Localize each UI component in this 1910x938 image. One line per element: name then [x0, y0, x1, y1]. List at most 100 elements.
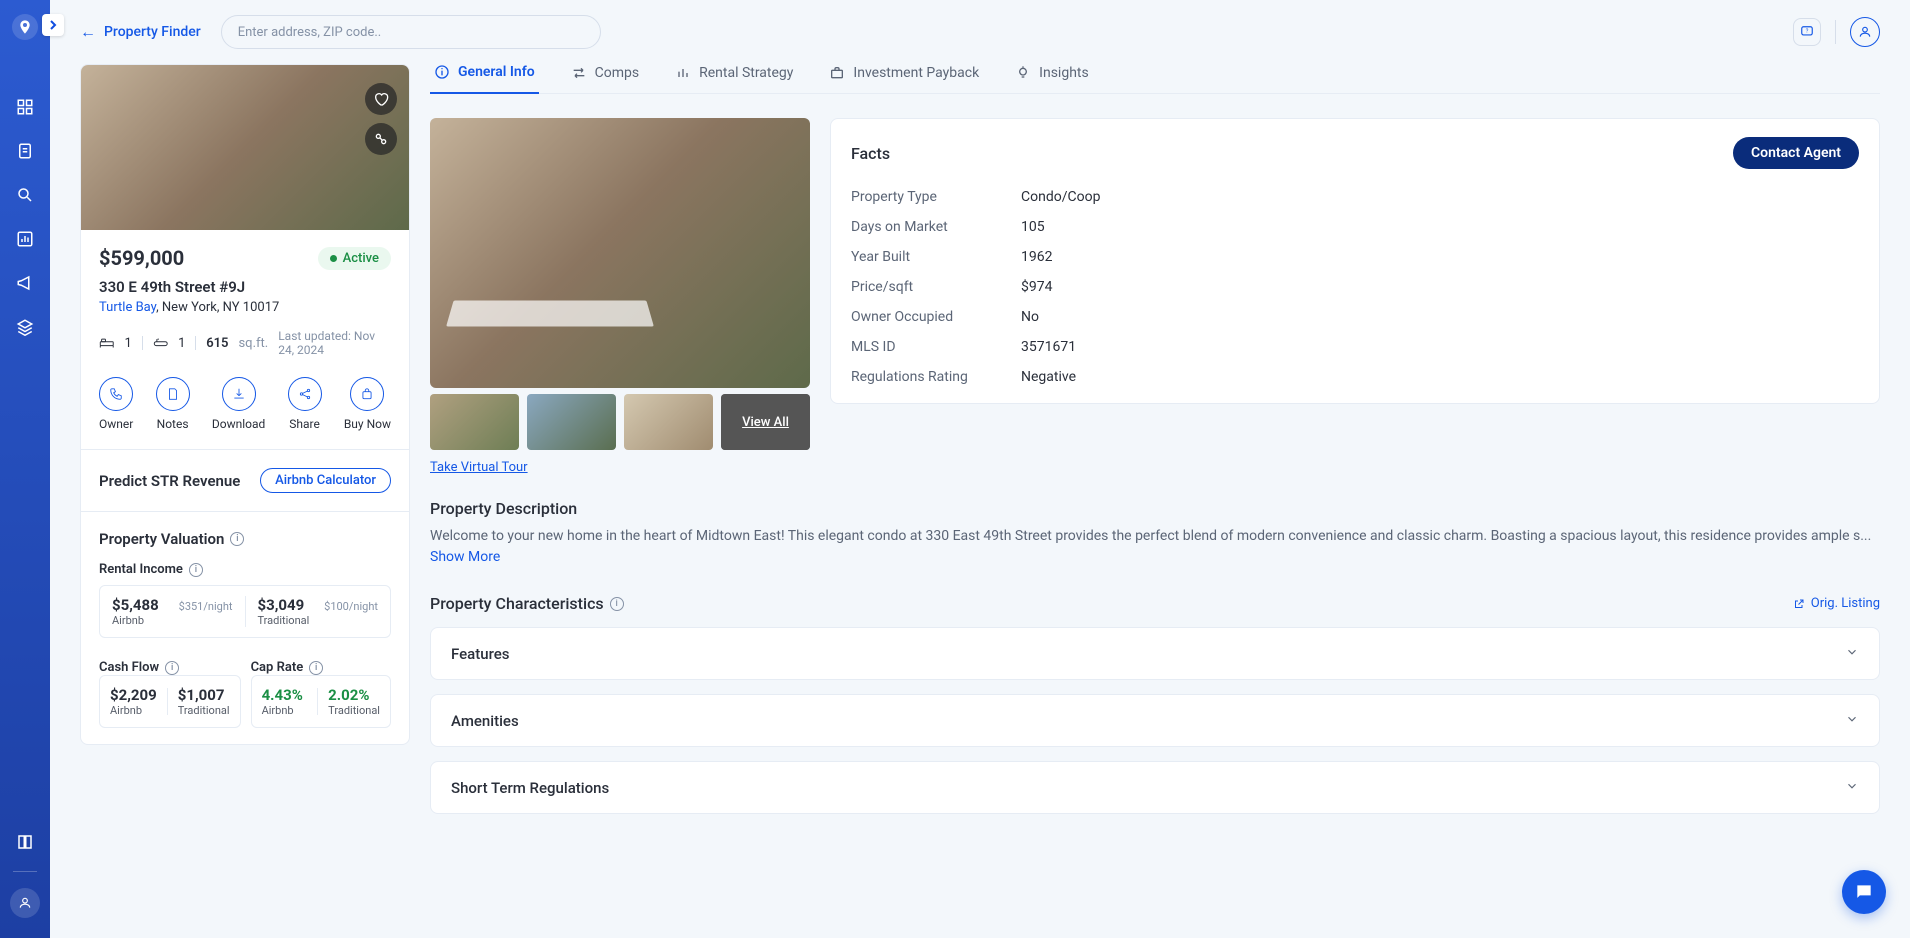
arrow-left-icon: ←: [80, 22, 96, 42]
fact-key: Regulations Rating: [851, 369, 1021, 385]
layers-icon[interactable]: [14, 316, 36, 338]
info-icon: [434, 64, 450, 80]
fact-key: MLS ID: [851, 339, 1021, 355]
user-avatar[interactable]: [1850, 17, 1880, 47]
fact-key: Days on Market: [851, 219, 1021, 235]
tab-rental-strategy[interactable]: Rental Strategy: [671, 64, 797, 93]
airbnb-label: Airbnb: [112, 614, 233, 627]
back-label: Property Finder: [104, 24, 201, 40]
topbar: ← Property Finder Enter address, ZIP cod…: [50, 0, 1910, 64]
fact-value: 1962: [1021, 249, 1859, 265]
favorite-button[interactable]: [365, 83, 397, 115]
profile-icon[interactable]: [10, 888, 40, 918]
gallery-thumb[interactable]: [624, 394, 713, 450]
characteristics-title: Property Characteristics i: [430, 594, 624, 613]
str-accordion[interactable]: Short Term Regulations: [430, 761, 1880, 814]
bulb-icon: [1015, 65, 1031, 81]
fact-key: Property Type: [851, 189, 1021, 205]
price: $599,000: [99, 246, 184, 270]
neighborhood-link[interactable]: Turtle Bay: [99, 300, 156, 315]
compare-button[interactable]: [365, 123, 397, 155]
address: 330 E 49th Street #9J: [99, 278, 391, 296]
sqft-value: 615: [206, 336, 228, 351]
cash-flow-label: Cash Flowi: [99, 660, 241, 675]
info-icon[interactable]: i: [309, 661, 323, 675]
phone-icon: [99, 377, 133, 411]
tab-comps[interactable]: Comps: [567, 64, 643, 93]
download-action[interactable]: Download: [212, 377, 265, 431]
tabs: General Info Comps Rental Strategy Inves…: [430, 64, 1880, 94]
bed-icon: [99, 336, 115, 350]
show-more-link[interactable]: Show More: [430, 549, 500, 565]
info-icon[interactable]: i: [189, 563, 203, 577]
notes-action[interactable]: Notes: [156, 377, 190, 431]
tab-investment-payback[interactable]: Investment Payback: [825, 64, 983, 93]
virtual-tour-link[interactable]: Take Virtual Tour: [430, 460, 810, 475]
document-icon[interactable]: [14, 140, 36, 162]
buy-now-action[interactable]: Buy Now: [344, 377, 391, 431]
help-button[interactable]: ?: [1793, 18, 1821, 46]
search-input[interactable]: Enter address, ZIP code..: [221, 15, 601, 49]
info-icon[interactable]: i: [230, 532, 244, 546]
divider: [13, 871, 37, 872]
tab-insights[interactable]: Insights: [1011, 64, 1093, 93]
tab-general-info[interactable]: General Info: [430, 64, 539, 94]
airbnb-calculator-button[interactable]: Airbnb Calculator: [260, 468, 391, 493]
airbnb-income: $5,488: [112, 596, 159, 614]
svg-text:?: ?: [1806, 29, 1809, 35]
chevron-down-icon: [1845, 778, 1859, 797]
status-dot-icon: [330, 255, 337, 262]
fact-value: $974: [1021, 279, 1859, 295]
beds-value: 1: [125, 336, 132, 351]
last-updated: Last updated: Nov 24, 2024: [278, 329, 391, 357]
bath-icon: [153, 336, 169, 350]
gallery-thumb[interactable]: [430, 394, 519, 450]
airbnb-night: $351/night: [179, 600, 233, 613]
divider: [1835, 20, 1836, 44]
analytics-icon[interactable]: [14, 228, 36, 250]
briefcase-icon: [829, 65, 845, 81]
gallery-thumb[interactable]: [527, 394, 616, 450]
trad-label: Traditional: [258, 614, 379, 627]
facts-title: Facts: [851, 144, 890, 163]
description-text: Welcome to your new home in the heart of…: [430, 526, 1880, 568]
property-hero-image: [81, 65, 409, 230]
features-accordion[interactable]: Features: [430, 627, 1880, 680]
trad-night: $100/night: [324, 600, 378, 613]
share-icon: [288, 377, 322, 411]
contact-agent-button[interactable]: Contact Agent: [1733, 137, 1859, 169]
megaphone-icon[interactable]: [14, 272, 36, 294]
dashboard-icon[interactable]: [14, 96, 36, 118]
chevron-down-icon: [1845, 711, 1859, 730]
divider: [142, 336, 143, 350]
cap-rate-airbnb: 4.43%: [262, 686, 308, 704]
rental-income-label: Rental Income i: [99, 562, 391, 577]
valuation-title: Property Valuation i: [99, 530, 391, 548]
book-icon[interactable]: [16, 833, 34, 855]
amenities-accordion[interactable]: Amenities: [430, 694, 1880, 747]
owner-action[interactable]: Owner: [99, 377, 133, 431]
logo-icon[interactable]: [12, 14, 38, 40]
cash-flow-trad: $1,007: [178, 686, 230, 704]
info-icon[interactable]: i: [165, 661, 179, 675]
info-icon[interactable]: i: [610, 597, 624, 611]
bag-icon: [350, 377, 384, 411]
fact-value: No: [1021, 309, 1859, 325]
back-button[interactable]: ← Property Finder: [80, 22, 201, 42]
orig-listing-link[interactable]: Orig. Listing: [1793, 596, 1880, 611]
main-gallery-image[interactable]: [430, 118, 810, 388]
cash-flow-airbnb: $2,209: [110, 686, 157, 704]
sidebar: [0, 0, 50, 938]
search-icon[interactable]: [14, 184, 36, 206]
chat-button[interactable]: [1842, 870, 1886, 914]
download-icon: [222, 377, 256, 411]
note-icon: [156, 377, 190, 411]
view-all-photos[interactable]: View All: [721, 394, 810, 450]
divider: [195, 336, 196, 350]
baths-value: 1: [178, 336, 185, 351]
locality: , New York, NY 10017: [156, 300, 279, 315]
fact-key: Price/sqft: [851, 279, 1021, 295]
share-action[interactable]: Share: [288, 377, 322, 431]
cap-rate-label: Cap Ratei: [251, 660, 391, 675]
status-badge: Active: [318, 247, 391, 270]
